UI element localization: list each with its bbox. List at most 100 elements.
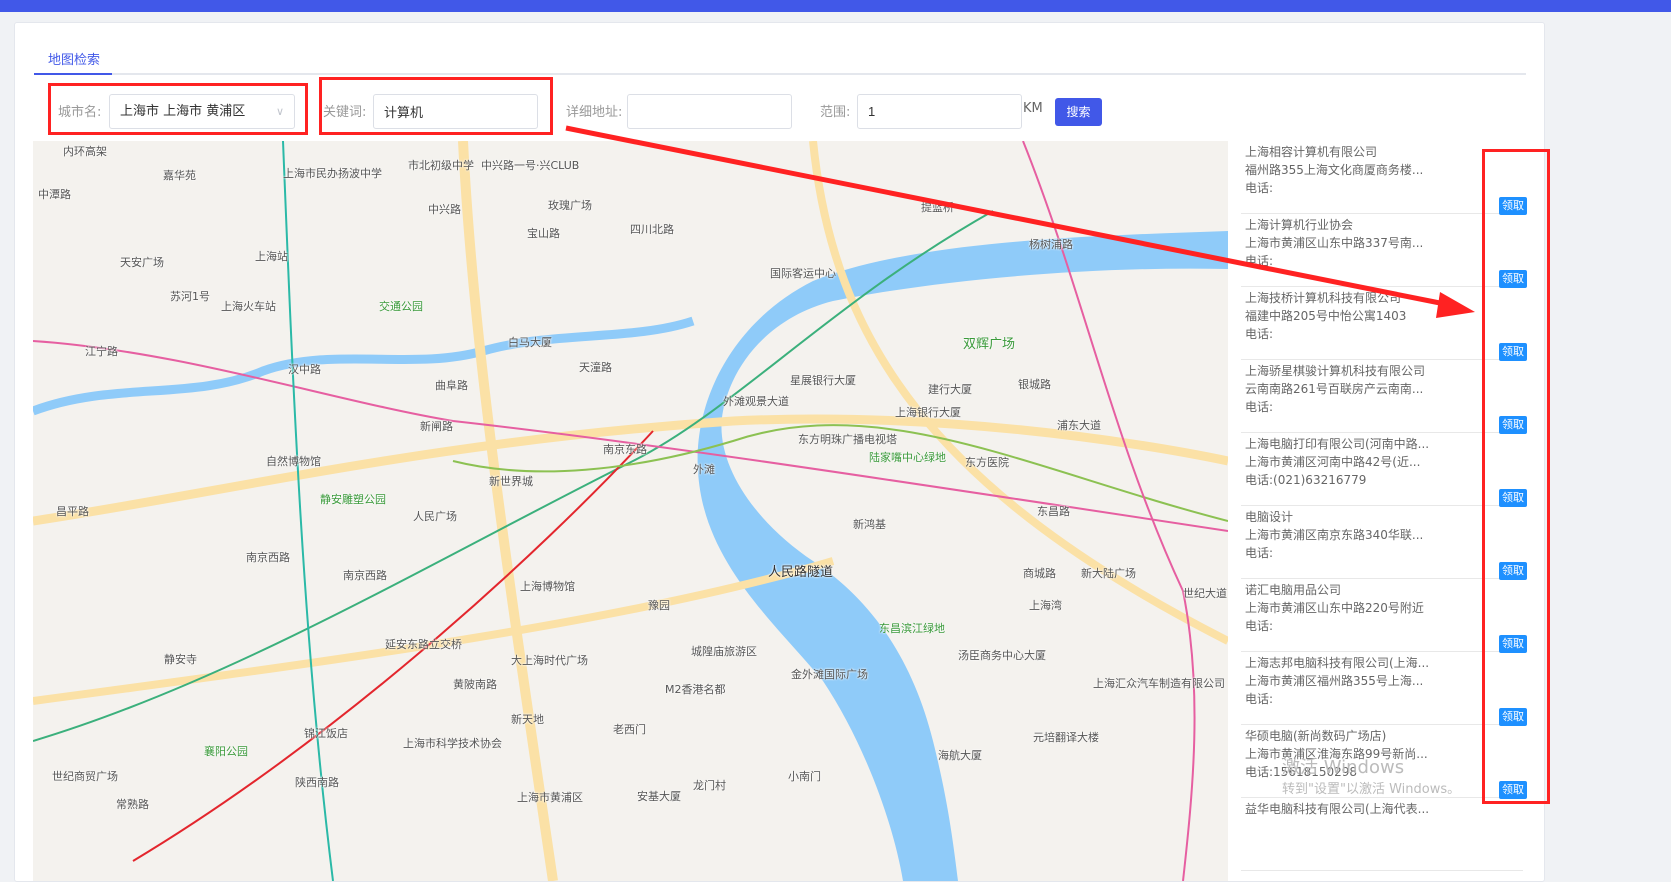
map-label: 天安广场 [120,256,164,269]
map-label: 上海市科学技术协会 [403,737,502,750]
claim-button[interactable]: 领取 [1499,416,1527,434]
map-label: 江宁路 [85,345,118,358]
map-label: 天潼路 [579,361,612,374]
range-label: 范围: [820,105,851,120]
result-name: 上海志邦电脑科技有限公司(上海... [1245,656,1430,670]
map-label: 南京西路 [343,569,387,582]
list-item[interactable]: 上海计算机行业协会上海市黄浦区山东中路337号南... 电话: [1241,214,1523,287]
claim-button[interactable]: 领取 [1499,270,1527,288]
map-label: 玫瑰广场 [548,199,592,212]
claim-button[interactable]: 领取 [1499,708,1527,726]
map-label: 黄陂南路 [453,678,497,691]
map-label: 人民路隧道 [768,565,834,580]
map-label: 银城路 [1018,378,1051,391]
result-address: 上海市黄浦区南京东路340华联... [1245,528,1424,542]
range-unit: KM [1023,101,1043,116]
result-name: 上海技桥计算机科技有限公司 [1245,291,1402,305]
huangpu-river [697,231,1228,881]
map-label: 襄阳公园 [204,745,248,758]
map-label: 老西门 [613,723,646,736]
result-address: 福州路355上海文化商厦商务楼... [1245,163,1424,177]
list-item[interactable]: 益华电脑科技有限公司(上海代表... [1241,798,1523,871]
map-label: 豫园 [648,599,670,612]
map-label: 星展银行大厦 [790,374,856,387]
map-canvas[interactable]: 内环高架 中潭路 嘉华苑 上海市民办扬波中学 市北初级中学 中兴路一号·兴CLU… [33,141,1228,881]
claim-button[interactable]: 领取 [1499,635,1527,653]
chevron-down-icon: ∨ [275,105,284,118]
list-item[interactable]: 上海电脑打印有限公司(河南中路... 上海市黄浦区河南中路42号(近... 电话:(… [1241,433,1523,506]
result-address: 上海市黄浦区福州路355号上海... [1245,674,1424,688]
claim-button[interactable]: 领取 [1499,343,1527,361]
claim-button[interactable]: 领取 [1499,781,1527,799]
result-phone: 电话: [1245,400,1274,414]
result-name: 益华电脑科技有限公司(上海代表... [1245,802,1430,816]
result-name: 诺汇电脑用品公司 [1245,583,1342,597]
map-label: 昌平路 [56,505,89,518]
active-tab-indicator [34,73,112,75]
list-item[interactable]: 诺汇电脑用品公司 上海市黄浦区山东中路220号附近 电话: [1241,579,1523,652]
map-label: 外滩观景大道 [723,395,789,408]
map-label: 交通公园 [379,300,423,313]
range-input[interactable] [857,94,1022,129]
map-label: 上海市黄浦区 [517,791,583,804]
list-item[interactable]: 上海志邦电脑科技有限公司(上海... 上海市黄浦区福州路355号上海... 电话: [1241,652,1523,725]
keyword-input[interactable] [373,94,538,129]
map-label: 常熟路 [116,798,149,811]
city-label: 城市名: [58,105,102,120]
map-label: 新天地 [511,713,544,726]
map-label: 新闸路 [420,420,453,433]
map-label: 陕西南路 [295,776,339,789]
map-label: 中兴路 [428,203,461,216]
map-label: 中兴路一号·兴CLUB [481,159,580,172]
result-address: 上海市黄浦区河南中路42号(近... [1245,455,1421,469]
map-label: 小南门 [788,770,821,783]
map-label: 延安东路立交桥 [385,638,462,651]
city-select[interactable]: 上海市 上海市 黄浦区 ∨ [109,94,295,129]
map-label: 新世界城 [489,475,533,488]
map-label: 上海站 [255,250,288,263]
list-item[interactable]: 电脑设计 上海市黄浦区南京东路340华联... 电话: [1241,506,1523,579]
map-label: 内环高架 [63,145,107,158]
claim-button[interactable]: 领取 [1499,197,1527,215]
map-label: 上海博物馆 [520,580,575,593]
map-label: 元培翻译大楼 [1033,731,1099,744]
result-phone: 电话: [1245,619,1274,633]
map-label: 白马大厦 [508,336,552,349]
result-phone: 电话: [1245,692,1274,706]
map-label: 东方明珠广播电视塔 [798,433,897,446]
map-label: 宝山路 [527,227,560,240]
map-label: 商城路 [1023,567,1056,580]
search-button[interactable]: 搜索 [1055,98,1102,126]
map-label: 市北初级中学 [408,159,474,172]
map-label: 新大陆广场 [1081,567,1136,580]
map-label: 嘉华苑 [163,169,196,182]
list-item[interactable]: 上海技桥计算机科技有限公司 福建中路205号中怡公寓1403 电话: [1241,287,1523,360]
map-label: 静安寺 [164,653,197,666]
map-label: 南京西路 [246,551,290,564]
map-label: 新鸿基 [853,518,886,531]
claim-button[interactable]: 领取 [1499,489,1527,507]
map-label: 中潭路 [38,188,71,201]
result-phone: 电话: [1245,181,1274,195]
address-input[interactable] [627,94,792,129]
claim-button[interactable]: 领取 [1499,562,1527,580]
result-address: 云南南路261号百联房产云南南... [1245,382,1424,396]
result-name: 上海相容计算机有限公司 [1245,145,1378,159]
result-phone: 电话: [1245,254,1274,268]
result-address: 上海市黄浦区山东中路337号南... [1245,236,1424,250]
map-label: 汉中路 [288,363,321,376]
map-label: 世纪商贸广场 [52,770,118,783]
result-name: 华硕电脑(新尚数码广场店) [1245,729,1387,743]
map-label: 东方医院 [965,456,1009,469]
map-label: 四川北路 [630,223,674,236]
map-label: 东昌路 [1037,505,1070,518]
result-name: 上海计算机行业协会 [1245,218,1354,232]
tab-map-search[interactable]: 地图检索 [48,49,100,68]
result-phone: 电话: [1245,327,1274,341]
result-phone: 电话:(021)63216779 [1245,473,1367,487]
list-item[interactable]: 上海相容计算机有限公司福州路355上海文化商厦商务楼... 电话: [1241,141,1523,214]
list-item[interactable]: 上海骄星棋骏计算机科技有限公司 云南南路261号百联房产云南南... 电话: [1241,360,1523,433]
address-label: 详细地址: [566,105,623,120]
map-label: 上海火车站 [221,300,276,313]
map-label: 上海银行大厦 [895,406,961,419]
